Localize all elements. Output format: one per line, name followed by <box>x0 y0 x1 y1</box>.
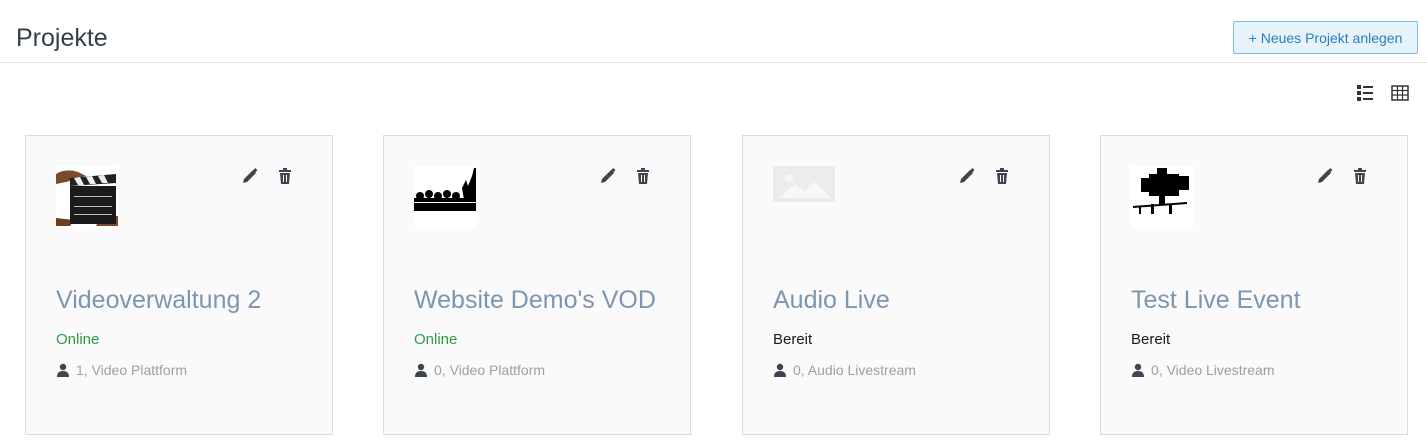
project-title[interactable]: Website Demo's VOD <box>414 286 656 315</box>
project-title[interactable]: Test Live Event <box>1131 286 1301 315</box>
list-view-icon[interactable] <box>1356 84 1374 102</box>
edit-icon[interactable] <box>958 167 976 185</box>
project-meta-text: 0, Audio Livestream <box>793 362 916 378</box>
project-meta-text: 1, Video Plattform <box>76 362 188 378</box>
crowd-silhouette-image <box>414 166 476 228</box>
project-meta: 0, Audio Livestream <box>773 362 916 378</box>
trash-icon[interactable] <box>634 167 652 185</box>
project-title[interactable]: Audio Live <box>773 286 890 315</box>
edit-icon[interactable] <box>241 167 259 185</box>
page-title: Projekte <box>16 24 108 52</box>
user-icon <box>1131 363 1145 377</box>
clapperboard-image <box>56 166 118 228</box>
trash-icon[interactable] <box>276 167 294 185</box>
new-project-button[interactable]: + Neues Projekt anlegen <box>1233 21 1418 54</box>
user-icon <box>414 363 428 377</box>
project-meta-text: 0, Video Plattform <box>434 362 546 378</box>
project-card[interactable]: Videoverwaltung 2 Online 1, Video Plattf… <box>25 135 333 435</box>
project-card[interactable]: Website Demo's VOD Online 0, Video Platt… <box>383 135 691 435</box>
project-meta: 0, Video Plattform <box>414 362 545 378</box>
project-card[interactable]: Audio Live Bereit 0, Audio Livestream <box>742 135 1050 435</box>
trash-icon[interactable] <box>993 167 1011 185</box>
project-status: Bereit <box>773 331 813 348</box>
project-card[interactable]: Test Live Event Bereit 0, Video Livestre… <box>1100 135 1408 435</box>
user-icon <box>773 363 787 377</box>
image-placeholder-icon <box>773 166 835 228</box>
page-header: Projekte + Neues Projekt anlegen <box>0 0 1427 63</box>
project-status: Online <box>414 331 458 348</box>
project-meta: 0, Video Livestream <box>1131 362 1274 378</box>
tv-camera-image <box>1131 166 1193 228</box>
trash-icon[interactable] <box>1351 167 1369 185</box>
edit-icon[interactable] <box>1316 167 1334 185</box>
project-status: Online <box>56 331 100 348</box>
edit-icon[interactable] <box>599 167 617 185</box>
project-title[interactable]: Videoverwaltung 2 <box>56 286 261 315</box>
project-meta-text: 0, Video Livestream <box>1151 362 1275 378</box>
project-meta: 1, Video Plattform <box>56 362 187 378</box>
user-icon <box>56 363 70 377</box>
project-status: Bereit <box>1131 331 1171 348</box>
grid-view-icon[interactable] <box>1391 84 1409 102</box>
